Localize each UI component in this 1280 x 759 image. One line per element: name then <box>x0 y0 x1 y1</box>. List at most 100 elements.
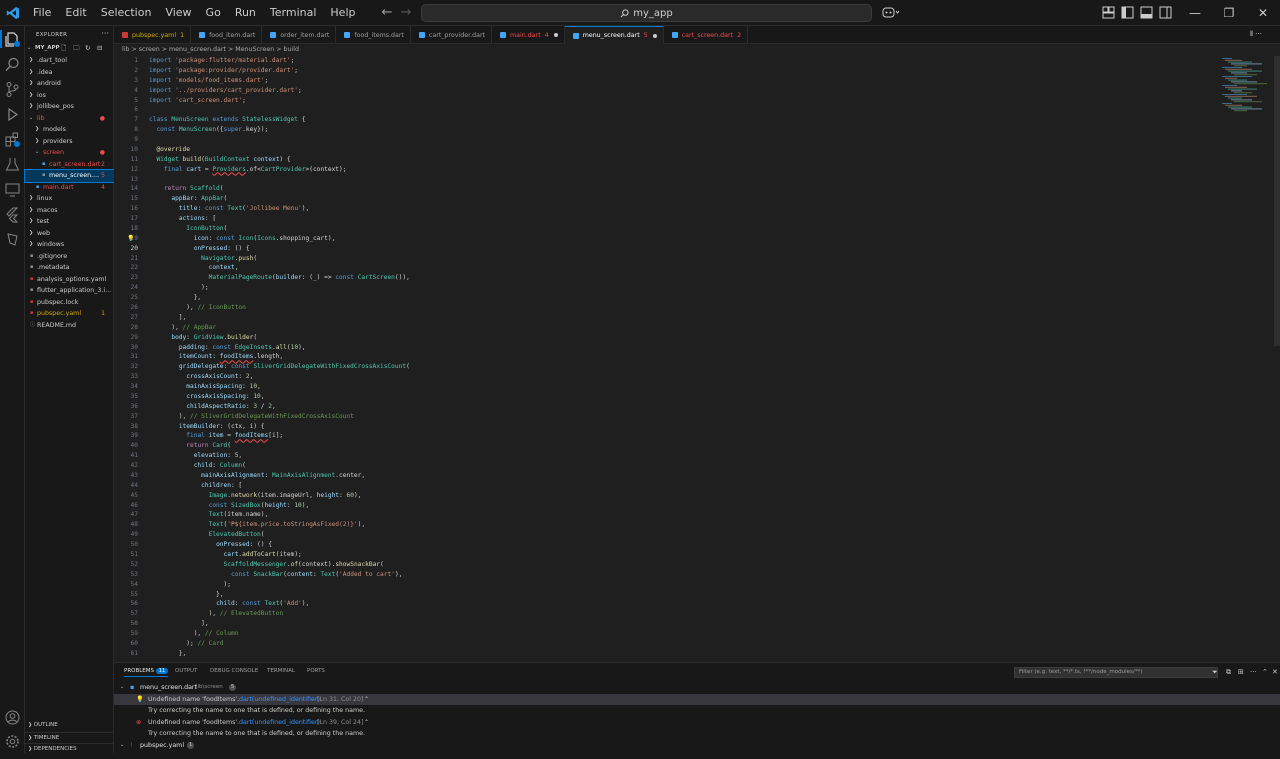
copilot-icon[interactable] <box>882 6 900 19</box>
tab-main-dart[interactable]: main.dart 4 <box>492 26 565 44</box>
line-number: 37 <box>130 412 138 420</box>
problem-row[interactable]: ⌄! pubspec.yaml 1 <box>114 740 1280 751</box>
run-debug-icon[interactable] <box>4 106 21 123</box>
problems-filter-input[interactable]: Filter (e.g. text, **/*.ts, !**/node_mod… <box>1014 667 1218 678</box>
line-number: 15 <box>130 195 138 203</box>
new-file-icon[interactable]: 🗋 <box>61 43 66 55</box>
menu-help[interactable]: Help <box>323 0 362 26</box>
explorer-item[interactable]: ▪ menu_screen.... 5 <box>24 169 115 183</box>
explorer-item[interactable]: ⌄ lib ● <box>25 113 114 125</box>
project-root[interactable]: ⌄ MY_APP 🗋 🗀 ↻ ⊟ <box>25 43 114 55</box>
outline-section[interactable]: ❯ OUTLINE <box>25 720 114 731</box>
tab-debug-console[interactable]: DEBUG CONSOLE <box>210 668 258 674</box>
split-editor-icon[interactable]: ⫴ ··· <box>1250 30 1274 39</box>
refresh-icon[interactable]: ↻ <box>85 43 90 55</box>
minimize-icon[interactable]: — <box>1178 0 1212 26</box>
breadcrumb[interactable]: lib > screen > menu_screen.dart > MenuSc… <box>114 44 1280 56</box>
tab-order-item-dart[interactable]: order_item.dart <box>262 26 337 44</box>
line-number: 5 <box>134 96 138 104</box>
extensions-icon[interactable] <box>4 131 21 148</box>
command-center-search[interactable]: my_app <box>421 4 872 22</box>
tab-pubspec-yaml[interactable]: pubspec.yaml 1 <box>114 26 192 44</box>
explorer-item[interactable]: ⓘ README.md <box>25 320 114 332</box>
editor-scrollbar[interactable] <box>1274 56 1280 346</box>
remote-explorer-icon[interactable] <box>4 181 21 198</box>
menu-go[interactable]: Go <box>199 0 228 26</box>
view-as-tree-icon[interactable]: ⊞ <box>1238 668 1244 676</box>
problem-row[interactable]: ⌄ ▪ menu_screen.dart lib\screen 5 <box>114 682 1280 693</box>
copy-icon[interactable]: ⧉ <box>1226 668 1231 677</box>
explorer-item[interactable]: ▪ pubspec.lock <box>25 297 114 309</box>
explorer-item[interactable]: ❯ test <box>25 216 114 228</box>
minimap[interactable] <box>1218 56 1268 116</box>
explorer-item[interactable]: ❯ .dart_tool <box>25 55 114 67</box>
explorer-item[interactable]: ❯ windows <box>25 239 114 251</box>
tab-food-items-dart[interactable]: food_items.dart <box>336 26 411 44</box>
tab-cart-screen-dart[interactable]: cart_screen.dart 2 <box>664 26 749 44</box>
explorer-item[interactable]: ❯ android <box>25 78 114 90</box>
explorer-item[interactable]: ▪ main.dart 4 <box>25 182 114 194</box>
explorer-item[interactable]: ▪ analysis_options.yaml <box>25 274 114 286</box>
problem-row[interactable]: Try correcting the name to one that is d… <box>114 705 1280 716</box>
maximize-panel-icon[interactable]: ⌃ <box>1262 668 1268 676</box>
tab-output[interactable]: OUTPUT <box>175 668 197 674</box>
unsaved-dot-icon[interactable] <box>553 33 558 37</box>
explorer-item[interactable]: ⌄ screen ● <box>25 147 114 159</box>
tab-food-item-dart[interactable]: food_item.dart <box>191 26 263 44</box>
menu-edit[interactable]: Edit <box>58 0 93 26</box>
tab-ports[interactable]: PORTS <box>307 668 325 674</box>
explorer-item[interactable]: ❯ models <box>25 124 114 136</box>
menu-terminal[interactable]: Terminal <box>263 0 324 26</box>
close-icon[interactable]: ✕ <box>1246 0 1280 26</box>
tab-cart-provider-dart[interactable]: cart_provider.dart <box>411 26 493 44</box>
explorer-item[interactable]: ❯ providers <box>25 136 114 148</box>
toggle-primary-sidebar-icon[interactable] <box>1121 6 1134 19</box>
menu-file[interactable]: File <box>26 0 58 26</box>
toggle-secondary-sidebar-icon[interactable] <box>1159 6 1172 19</box>
menu-run[interactable]: Run <box>228 0 263 26</box>
tab-terminal[interactable]: TERMINAL <box>267 668 295 674</box>
explorer-item[interactable]: ❯ web <box>25 228 114 240</box>
filter-icon[interactable]: ⏷ <box>1212 668 1218 677</box>
explorer-item[interactable]: ▪ .metadata <box>25 262 114 274</box>
close-panel-icon[interactable]: ✕ <box>1272 668 1278 676</box>
explorer-item[interactable]: ▪ pubspec.yaml 1 <box>25 308 114 320</box>
dart-devtools-icon[interactable] <box>4 231 21 248</box>
explorer-item[interactable]: ▪ cart_screen.dart 2 <box>25 159 114 171</box>
more-actions-icon[interactable]: ··· <box>101 29 109 38</box>
explorer-item[interactable]: ❯ linux <box>25 193 114 205</box>
code-editor[interactable]: 1 2 3 4 5 6 7 8 9 10 11 12 13 14 15 16 17 18 19 20 21 22 23 24 2… <box>114 56 1280 662</box>
explorer-item-label: analysis_options.yaml <box>37 275 107 283</box>
back-arrow-icon[interactable]: ← <box>379 5 395 21</box>
explorer-icon[interactable] <box>4 31 21 48</box>
lightbulb-icon[interactable]: 💡 <box>127 235 134 242</box>
toggle-panel-icon[interactable] <box>1140 6 1153 19</box>
problem-row[interactable]: ⊗ Undefined name 'foodItems'. dart(undefin… <box>114 717 1280 728</box>
collapse-all-icon[interactable]: ⊟ <box>97 43 102 55</box>
forward-arrow-icon[interactable]: → <box>398 5 414 21</box>
more-icon[interactable]: ··· <box>1250 668 1257 676</box>
menu-selection[interactable]: Selection <box>94 0 159 26</box>
explorer-item[interactable]: ▪ .gitignore <box>25 251 114 263</box>
explorer-item[interactable]: ❯ jollibee_pos <box>25 101 114 113</box>
settings-gear-icon[interactable] <box>4 733 21 750</box>
customize-layout-icon[interactable] <box>1102 6 1115 19</box>
explorer-item[interactable]: ❯ macos <box>25 205 114 217</box>
tab-menu-screen-dart[interactable]: menu_screen.dart 5 <box>564 26 664 44</box>
explorer-item[interactable]: ▪ flutter_application_3.i... <box>25 285 114 297</box>
explorer-item[interactable]: ❯ .idea <box>25 67 114 79</box>
problem-row[interactable]: 💡 Undefined name 'foodItems'. dart(undefin… <box>114 693 1280 705</box>
account-icon[interactable] <box>4 709 21 726</box>
menu-view[interactable]: View <box>158 0 198 26</box>
flutter-icon[interactable] <box>4 206 21 223</box>
unsaved-dot-icon[interactable] <box>652 33 657 38</box>
tab-problems[interactable]: PROBLEMS 11 <box>124 668 169 677</box>
new-folder-icon[interactable]: 🗀 <box>73 43 80 55</box>
source-control-icon[interactable] <box>4 81 21 98</box>
search-icon[interactable] <box>4 56 21 73</box>
explorer-item[interactable]: ❯ ios <box>25 90 114 102</box>
testing-icon[interactable] <box>4 156 21 173</box>
code-line: ); <box>149 284 209 292</box>
restore-icon[interactable]: ❐ <box>1212 0 1246 26</box>
problem-row[interactable]: Try correcting the name to one that is d… <box>114 728 1280 739</box>
